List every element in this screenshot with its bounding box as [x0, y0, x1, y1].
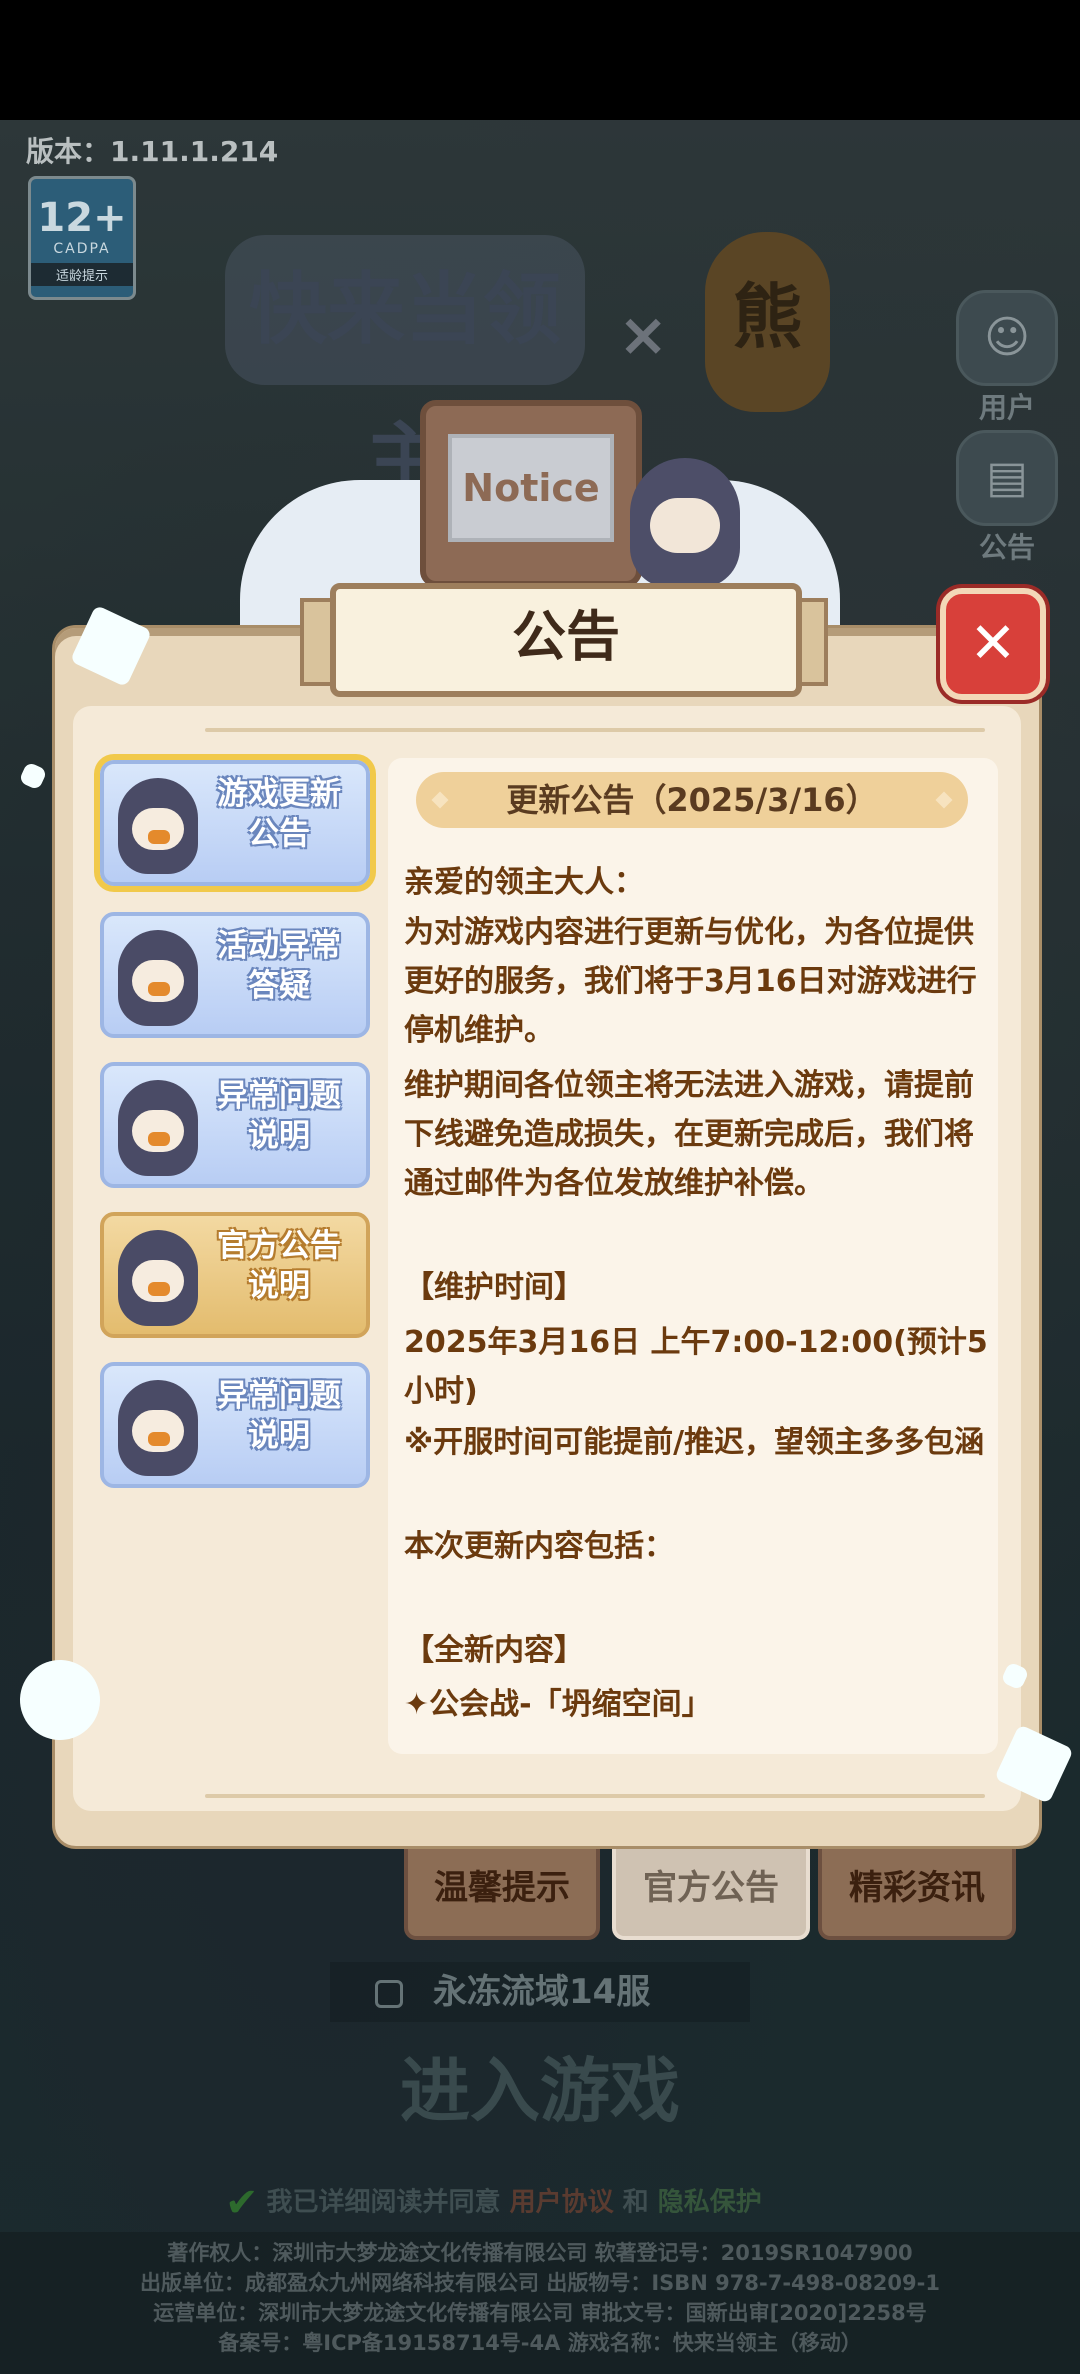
notice-blank-line — [404, 1467, 988, 1522]
agreement-prefix: 我已详细阅读并同意 — [266, 2187, 501, 2218]
notice-line: 【维护时间】 — [404, 1270, 584, 1305]
footer-line-4: 备案号：粤ICP备19158714号-4A 游戏名称：快来当领主（移动） — [218, 2331, 862, 2355]
server-status-icon — [375, 1979, 403, 2008]
tab-news[interactable]: 精彩资讯 — [818, 1836, 1016, 1940]
age-rating-org: CADPA — [53, 241, 111, 257]
copyright-footer: 著作权人：深圳市大梦龙途文化传播有限公司 软著登记号：2019SR1047900… — [0, 2232, 1080, 2374]
collab-x-mark: × — [618, 300, 669, 370]
privacy-link[interactable]: 隐私保护 — [658, 2188, 762, 2218]
version-label: 版本：1.11.1.214 — [26, 135, 279, 168]
footer-line-1: 著作权人：深圳市大梦龙途文化传播有限公司 软著登记号：2019SR1047900 — [167, 2241, 913, 2265]
notice-tab-game-update[interactable]: 游戏更新 公告 — [100, 760, 370, 886]
notice-line: 维护期间各位领主将无法进入游戏，请提前下线避免造成损失，在更新完成后，我们将通过… — [404, 1068, 974, 1201]
notice-tab-issue-explain-1[interactable]: 异常问题 说明 — [100, 1062, 370, 1188]
server-name: 永冻流域14服 — [433, 1972, 651, 2012]
age-rating-label: 适龄提示 — [31, 263, 133, 286]
notice-blank-line — [404, 1208, 988, 1263]
notice-line: ✦公会战-「坍缩空间」 — [404, 1687, 712, 1722]
side-notice-label: 公告 — [978, 531, 1035, 564]
penguin-mascot — [630, 458, 740, 588]
modal-divider-bottom — [205, 1794, 985, 1798]
user-icon: ☺ — [956, 290, 1058, 386]
notice-tab-official[interactable]: 官方公告 说明 — [100, 1212, 370, 1338]
footer-line-2: 出版单位：成都盈众九州网络科技有限公司 出版物号：ISBN 978-7-498-… — [140, 2271, 940, 2295]
penguin-icon — [118, 1230, 198, 1326]
close-button[interactable]: ✕ — [940, 588, 1046, 700]
tab-tips[interactable]: 温馨提示 — [404, 1836, 600, 1940]
agree-checkbox[interactable]: ✔ — [225, 2180, 259, 2226]
user-agreement-link[interactable]: 用户协议 — [510, 2188, 614, 2218]
agreement-row: ✔ 我已详细阅读并同意 用户协议 和 隐私保护 — [225, 2180, 925, 2226]
notice-blank-line — [404, 1571, 988, 1626]
notice-line: 2025年3月16日 上午7:00-12:00(预计5小时) — [404, 1325, 988, 1409]
penguin-icon — [118, 930, 198, 1026]
notice-line: 本次更新内容包括： — [404, 1529, 674, 1564]
tab-official-notice[interactable]: 官方公告 — [612, 1836, 810, 1940]
game-logo: 快来当领主 — [225, 235, 585, 505]
age-rating-badge[interactable]: 12+ CADPA 适龄提示 — [28, 176, 136, 300]
notice-line: 亲爱的领主大人： — [404, 865, 644, 900]
notice-tab-event-issue[interactable]: 活动异常 答疑 — [100, 912, 370, 1038]
notice-board-text: Notice — [448, 434, 614, 542]
penguin-icon — [118, 778, 198, 874]
notice-tab-label: 活动异常 答疑 — [217, 928, 341, 1004]
agreement-and: 和 — [622, 2187, 649, 2218]
penguin-icon — [118, 1080, 198, 1176]
enter-game-button[interactable]: 进入游戏 — [0, 2035, 1080, 2136]
notice-tab-label: 异常问题 说明 — [217, 1378, 341, 1454]
status-bar — [0, 0, 1080, 120]
notice-tab-label: 游戏更新 公告 — [217, 776, 341, 852]
modal-title: 公告 — [330, 583, 802, 697]
notice-line: 【全新内容】 — [404, 1633, 584, 1668]
side-notice-button[interactable]: ▤ 公告 — [955, 430, 1059, 566]
side-user-label: 用户 — [978, 391, 1035, 424]
penguin-icon — [118, 1380, 198, 1476]
notice-tab-issue-explain-2[interactable]: 异常问题 说明 — [100, 1362, 370, 1488]
notice-board-illustration: Notice — [420, 400, 642, 587]
notice-tab-label: 异常问题 说明 — [217, 1078, 341, 1154]
game-screen: 版本：1.11.1.214 12+ CADPA 适龄提示 快来当领主 × 熊 ☺… — [0, 0, 1080, 2374]
notice-line: ※开服时间可能提前/推迟，望领主多多包涵 — [404, 1425, 985, 1460]
partner-logo: 熊 — [705, 232, 830, 412]
notice-content-title: 更新公告（2025/3/16） — [416, 772, 968, 828]
footer-line-3: 运营单位：深圳市大梦龙途文化传播有限公司 审批文号：国新出审[2020]2258… — [153, 2301, 927, 2325]
notice-icon: ▤ — [956, 430, 1058, 526]
notice-tab-label: 官方公告 说明 — [217, 1228, 341, 1304]
close-icon: ✕ — [969, 611, 1017, 676]
modal-divider-top — [205, 728, 985, 732]
bottom-tab-bar: 温馨提示 官方公告 精彩资讯 — [0, 1836, 1080, 1940]
notice-content-panel[interactable]: 更新公告（2025/3/16） 亲爱的领主大人： 为对游戏内容进行更新与优化，为… — [388, 758, 998, 1754]
side-user-button[interactable]: ☺ 用户 — [955, 290, 1059, 426]
notice-line: 为对游戏内容进行更新与优化，为各位提供更好的服务，我们将于3月16日对游戏进行停… — [404, 915, 977, 1048]
age-rating-number: 12+ — [37, 195, 127, 241]
server-selector[interactable]: 永冻流域14服 — [330, 1962, 750, 2022]
notice-body: 亲爱的领主大人： 为对游戏内容进行更新与优化，为各位提供更好的服务，我们将于3月… — [404, 858, 988, 1729]
